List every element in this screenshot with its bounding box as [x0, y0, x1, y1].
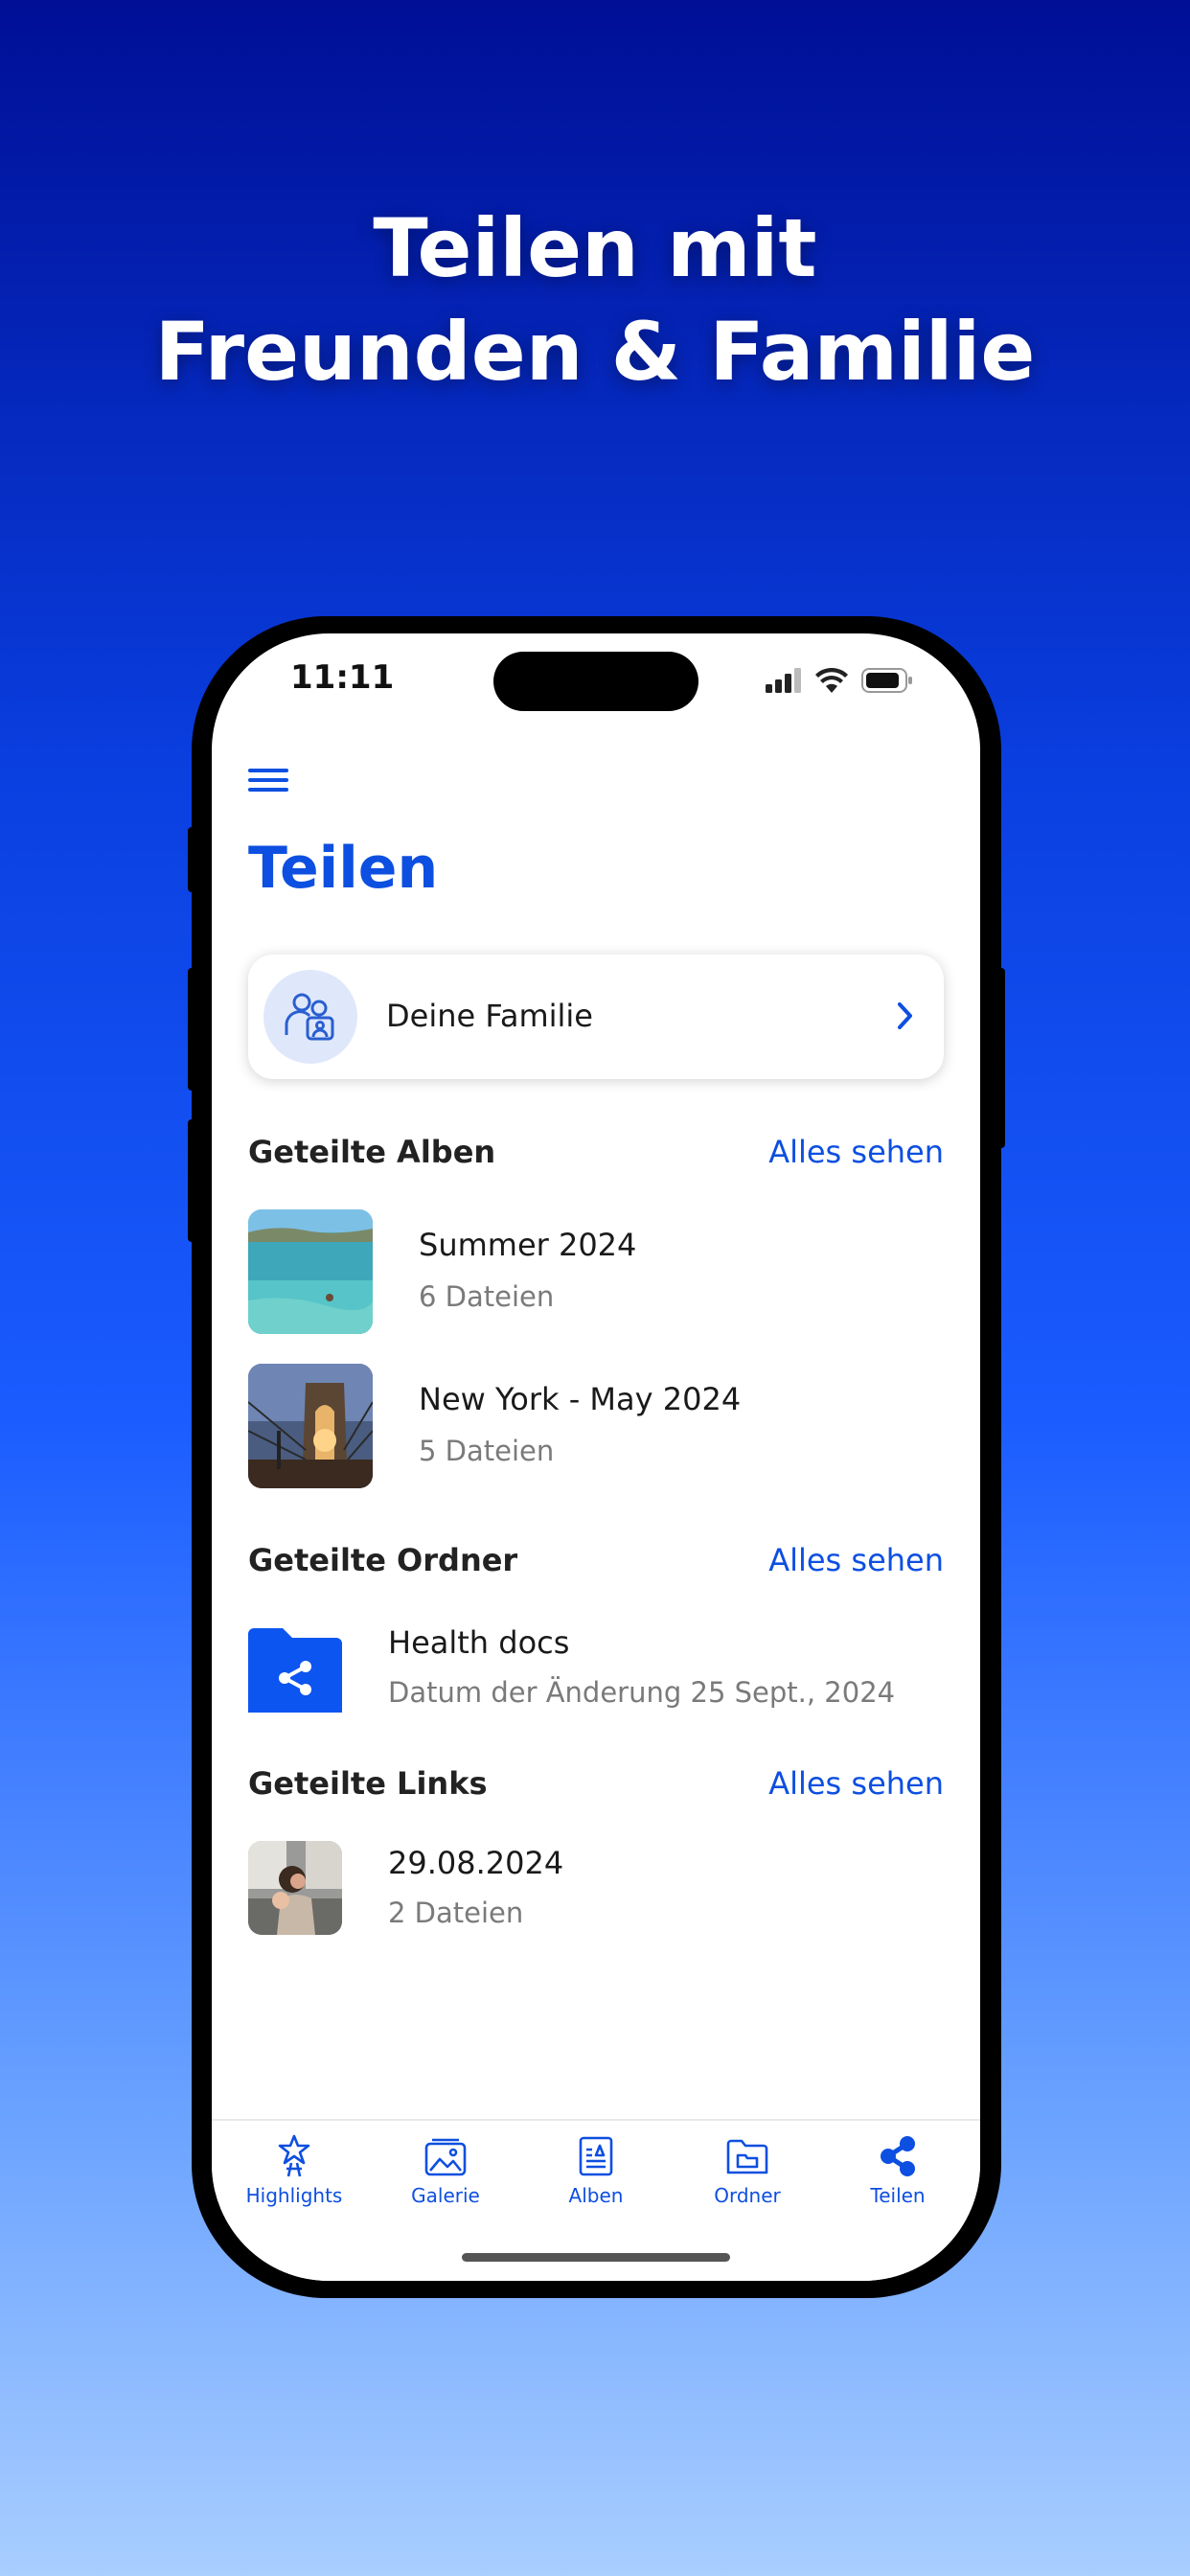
shared-links-title: Geteilte Links — [248, 1765, 488, 1802]
tab-alben[interactable]: Alben — [519, 2134, 673, 2207]
tab-label: Teilen — [870, 2184, 926, 2207]
album-subtitle: 6 Dateien — [419, 1280, 555, 1313]
tab-galerie[interactable]: Galerie — [369, 2134, 522, 2207]
headline-line-2: Freunden & Familie — [154, 305, 1036, 399]
tab-label: Galerie — [411, 2184, 480, 2207]
tab-label: Ordner — [714, 2184, 781, 2207]
people-photo — [248, 1841, 342, 1935]
signal-icon — [766, 668, 801, 693]
status-icons — [766, 666, 913, 695]
family-card[interactable]: Deine Familie — [248, 954, 944, 1079]
album-title: New York - May 2024 — [419, 1381, 742, 1417]
brooklyn-bridge-photo — [248, 1364, 373, 1488]
status-time: 11:11 — [290, 658, 395, 697]
battery-icon — [861, 668, 912, 693]
wifi-icon — [815, 668, 848, 693]
album-icon — [579, 2136, 613, 2176]
album-subtitle: 5 Dateien — [419, 1435, 555, 1467]
tab-label: Alben — [568, 2184, 624, 2207]
sea-beach-photo — [248, 1209, 373, 1334]
tab-highlights[interactable]: Highlights — [217, 2134, 371, 2207]
album-list-item[interactable]: Summer 2024 6 Dateien — [248, 1209, 944, 1334]
page-title: Teilen — [248, 835, 439, 902]
folder-subtitle: Datum der Änderung 25 Sept., 2024 — [388, 1676, 896, 1709]
links-see-all-link[interactable]: Alles sehen — [768, 1765, 944, 1802]
hamburger-menu-icon[interactable] — [248, 763, 288, 797]
headline-line-1: Teilen mit — [373, 201, 817, 295]
link-title: 29.08.2024 — [388, 1845, 564, 1881]
shared-folders-header: Geteilte Ordner Alles sehen — [248, 1542, 944, 1580]
folder-title: Health docs — [388, 1624, 570, 1661]
shared-folder-icon — [248, 1628, 342, 1716]
shared-links-header: Geteilte Links Alles sehen — [248, 1765, 944, 1804]
folder-list-item[interactable]: Health docs Datum der Änderung 25 Sept.,… — [248, 1621, 944, 1716]
phone-screen: 11:11 Teilen Deine Familie Geteilte Albe… — [212, 633, 980, 2281]
shared-albums-title: Geteilte Alben — [248, 1134, 496, 1170]
tab-ordner[interactable]: Ordner — [671, 2134, 824, 2207]
home-indicator[interactable] — [462, 2253, 730, 2262]
chevron-right-icon — [896, 1000, 915, 1035]
folders-see-all-link[interactable]: Alles sehen — [768, 1542, 944, 1578]
albums-see-all-link[interactable]: Alles sehen — [768, 1134, 944, 1170]
tab-label: Highlights — [245, 2184, 343, 2207]
shared-folders-title: Geteilte Ordner — [248, 1542, 518, 1578]
gallery-icon — [424, 2138, 467, 2176]
shared-albums-header: Geteilte Alben Alles sehen — [248, 1134, 944, 1172]
promo-headline: Teilen mit Freunden & Familie — [0, 196, 1190, 403]
family-icon — [263, 970, 357, 1064]
link-list-item[interactable]: 29.08.2024 2 Dateien — [248, 1841, 944, 1937]
link-subtitle: 2 Dateien — [388, 1897, 524, 1929]
album-list-item[interactable]: New York - May 2024 5 Dateien — [248, 1364, 944, 1488]
folder-icon — [726, 2139, 768, 2174]
star-person-icon — [278, 2134, 310, 2177]
share-icon — [881, 2136, 915, 2176]
album-title: Summer 2024 — [419, 1227, 637, 1263]
tab-teilen[interactable]: Teilen — [821, 2134, 974, 2207]
dynamic-island — [493, 652, 698, 711]
family-label: Deine Familie — [386, 998, 593, 1034]
